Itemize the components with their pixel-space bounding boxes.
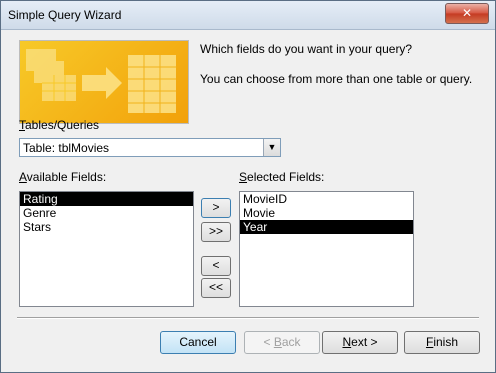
simple-query-wizard-window: Simple Query Wizard ✕ Which fields do yo… [0,0,496,373]
available-label-text: vailable Fields: [26,170,107,184]
selected-fields-list[interactable]: MovieID Movie Year [239,191,414,307]
back-mnemonic: B [273,335,282,349]
next-mnemonic: N [342,335,352,349]
tables-queries-dropdown[interactable]: Table: tblMovies ▼ [19,138,281,157]
selected-fields-label: Selected Fields: [239,170,324,184]
available-fields-list[interactable]: Rating Genre Stars [19,191,194,307]
prompt-hint: You can choose from more than one table … [200,72,473,86]
finish-button[interactable]: Finish [404,331,480,354]
back-button[interactable]: < Back [244,331,320,354]
next-text: ext > [351,335,378,349]
close-icon: ✕ [461,6,473,20]
back-prefix: < [263,335,274,349]
selected-label-mnemonic: S [239,170,248,184]
tables-queries-label: Tables/Queries [19,118,99,132]
list-item[interactable]: Genre [20,206,193,220]
list-item[interactable]: Movie [240,206,413,220]
query-wizard-graphic [19,40,189,124]
next-button[interactable]: Next > [322,331,398,354]
window-title: Simple Query Wizard [8,8,122,22]
remove-field-button[interactable]: < [201,256,231,276]
finish-text: inish [433,335,459,349]
chevron-down-icon[interactable]: ▼ [263,139,280,156]
tables-queries-value: Table: tblMovies [23,141,110,155]
wizard-body: Which fields do you want in your query? … [7,30,489,366]
list-item[interactable]: Rating [20,192,193,206]
list-item[interactable]: Stars [20,220,193,234]
title-bar[interactable]: Simple Query Wizard ✕ [1,1,495,30]
list-item[interactable]: Year [240,220,413,234]
add-field-button[interactable]: > [201,198,231,218]
close-button[interactable]: ✕ [445,3,489,24]
remove-all-fields-button[interactable]: << [201,278,231,298]
tables-label-text: ables/Queries [25,118,100,132]
add-all-fields-button[interactable]: >> [201,222,231,242]
prompt-question: Which fields do you want in your query? [200,42,413,56]
selected-label-text: elected Fields: [247,170,325,184]
available-fields-label: Available Fields: [19,170,106,184]
list-item[interactable]: MovieID [240,192,413,206]
available-label-mnemonic: A [19,170,27,184]
cancel-button[interactable]: Cancel [160,331,236,354]
footer-divider [17,317,479,319]
back-text: ack [281,335,301,349]
